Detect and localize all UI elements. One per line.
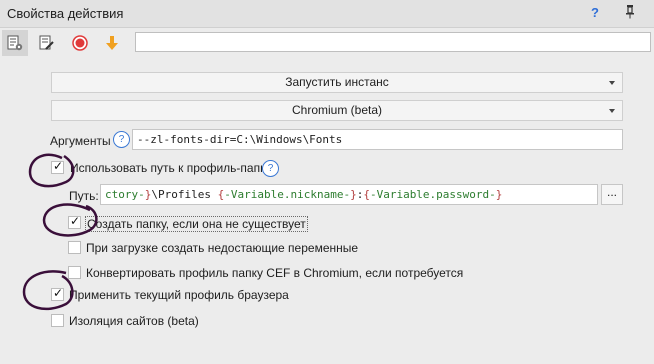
checkmark-icon: ✓ <box>53 286 64 300</box>
download-arrow-icon <box>106 36 118 50</box>
arguments-help-icon[interactable]: ? <box>113 131 130 148</box>
properties-button[interactable] <box>2 30 28 56</box>
path-segment: ctory- <box>105 188 145 201</box>
browser-dropdown[interactable]: Chromium (beta) <box>51 100 623 121</box>
properties-icon <box>7 35 23 51</box>
toolbar <box>0 28 654 58</box>
pin-icon[interactable] <box>624 4 636 20</box>
record-icon <box>72 35 88 51</box>
chevron-down-icon <box>609 109 615 113</box>
action-dropdown-value: Запустить инстанс <box>285 75 389 89</box>
path-segment: } <box>495 188 503 201</box>
checkmark-icon: ✓ <box>53 159 64 173</box>
path-segment: { <box>363 188 370 201</box>
title-bar: Свойства действия ? <box>0 0 654 28</box>
convert-cef-profile-checkbox[interactable] <box>68 266 81 279</box>
path-segment: -Variable.nickname- <box>224 188 351 201</box>
site-isolation-checkbox[interactable] <box>51 314 64 327</box>
arguments-input[interactable]: --zl-fonts-dir=C:\Windows\Fonts <box>132 129 623 150</box>
create-folder-label: Создать папку, если она не существует <box>85 216 308 232</box>
path-segment: } <box>350 188 357 201</box>
browse-button[interactable]: ... <box>601 184 623 205</box>
edit-button[interactable] <box>34 30 60 56</box>
path-input[interactable]: ctory-}\Profiles {-Variable.nickname-}:{… <box>100 184 598 205</box>
profile-path-help-icon[interactable]: ? <box>262 160 279 177</box>
scribble-circle <box>22 270 74 311</box>
create-missing-vars-label: При загрузке создать недостающие перемен… <box>86 241 359 255</box>
download-button[interactable] <box>99 30 125 56</box>
create-folder-checkbox[interactable]: ✓ <box>68 214 81 229</box>
use-profile-path-checkbox[interactable]: ✓ <box>51 159 64 174</box>
path-label: Путь: <box>69 189 99 203</box>
use-profile-path-label: Использовать путь к профиль-папке <box>70 161 273 175</box>
chevron-down-icon <box>609 81 615 85</box>
browser-dropdown-value: Chromium (beta) <box>291 103 383 117</box>
site-isolation-label: Изоляция сайтов (beta) <box>69 314 199 328</box>
edit-icon <box>39 35 54 50</box>
arguments-label: Аргументы <box>50 134 111 148</box>
checkmark-icon: ✓ <box>70 214 81 228</box>
path-segment: \Profiles <box>151 188 218 201</box>
apply-profile-checkbox[interactable]: ✓ <box>51 286 64 301</box>
convert-cef-profile-label: Конвертировать профиль папку CEF в Chrom… <box>86 266 464 280</box>
apply-profile-label: Применить текущий профиль браузера <box>69 288 289 302</box>
help-icon[interactable]: ? <box>591 5 599 20</box>
toolbar-input[interactable] <box>135 32 651 52</box>
record-button[interactable] <box>67 30 93 56</box>
window-title: Свойства действия <box>7 6 124 21</box>
action-dropdown[interactable]: Запустить инстанс <box>51 72 623 93</box>
create-missing-vars-checkbox[interactable] <box>68 241 81 254</box>
path-segment: -Variable.password- <box>369 188 496 201</box>
